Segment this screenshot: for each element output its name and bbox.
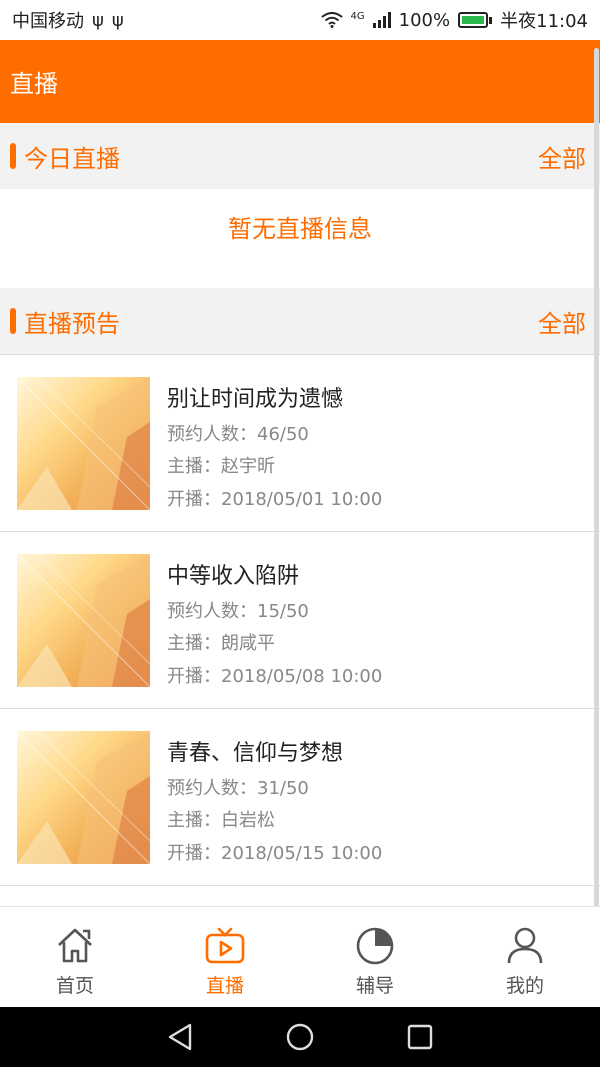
live-preview-list: 别让时间成为遗憾 预约人数：46/50 主播：赵宇昕 开播：2018/05/01…	[0, 354, 600, 886]
live-title: 中等收入陷阱	[167, 564, 300, 589]
usb-icon: ψ	[92, 9, 104, 31]
live-title: 青春、信仰与梦想	[167, 741, 344, 766]
battery-percent: 100%	[398, 9, 451, 31]
tab-live[interactable]: 直播	[150, 907, 300, 1007]
start-time: 开播：2018/05/15 10:00	[167, 842, 383, 864]
section-marker	[10, 143, 16, 169]
home-icon	[58, 928, 92, 963]
start-time: 开播：2018/05/01 10:00	[167, 488, 383, 510]
signal-icon	[372, 12, 391, 28]
tab-home[interactable]: 首页	[0, 907, 150, 1007]
clock: 半夜11:04	[500, 11, 588, 32]
tab-label: 辅导	[355, 975, 394, 997]
today-live-title: 今日直播	[24, 144, 120, 173]
app-bar: 直播	[0, 40, 600, 123]
today-live-empty: 暂无直播信息	[0, 189, 600, 288]
host-name: 主播：白岩松	[167, 810, 275, 832]
content-scroll-area[interactable]: 今日直播 全部 暂无直播信息 直播预告 全部 别让时间成为遗憾 预约人数：46/…	[0, 123, 600, 906]
list-item[interactable]: 青春、信仰与梦想 预约人数：31/50 主播：白岩松 开播：2018/05/15…	[0, 709, 600, 886]
list-item[interactable]: 中等收入陷阱 预约人数：15/50 主播：朗咸平 开播：2018/05/08 1…	[0, 532, 600, 709]
carrier-name: 中国移动	[12, 11, 84, 32]
reserve-count: 预约人数：31/50	[167, 777, 309, 799]
today-live-all-link[interactable]: 全部	[538, 139, 586, 174]
page-title: 直播	[10, 70, 58, 98]
bottom-tab-bar: 首页 直播 辅导 我的	[0, 906, 600, 1007]
live-title: 别让时间成为遗憾	[167, 387, 344, 412]
recents-square-icon	[407, 1024, 433, 1050]
building-thumbnail	[17, 730, 150, 864]
home-circle-icon	[286, 1023, 314, 1051]
empty-message: 暂无直播信息	[228, 215, 372, 243]
today-live-header: 今日直播 全部	[0, 123, 600, 189]
tab-label: 首页	[55, 975, 94, 997]
pie-chart-icon	[356, 927, 394, 965]
reserve-count: 预约人数：46/50	[167, 423, 309, 445]
system-nav-bar	[0, 1007, 600, 1067]
tab-mine[interactable]: 我的	[450, 907, 600, 1007]
battery-icon	[458, 12, 493, 28]
tv-play-icon	[205, 927, 245, 964]
tab-label: 直播	[205, 975, 244, 997]
live-preview-header: 直播预告 全部	[0, 288, 600, 354]
scrollbar[interactable]	[594, 48, 599, 998]
host-name: 主播：赵宇昕	[167, 456, 275, 478]
back-button[interactable]	[160, 1017, 200, 1057]
status-bar: 中国移动 ψ ψ 4G 100% 半夜11:04	[0, 0, 600, 40]
host-name: 主播：朗咸平	[167, 633, 275, 655]
network-type: 4G	[350, 10, 365, 22]
live-preview-all-link[interactable]: 全部	[538, 304, 586, 339]
home-button[interactable]	[280, 1017, 320, 1057]
building-thumbnail	[17, 376, 150, 510]
live-preview-title: 直播预告	[24, 309, 120, 338]
start-time: 开播：2018/05/08 10:00	[167, 665, 383, 687]
user-icon	[507, 927, 543, 964]
reserve-count: 预约人数：15/50	[167, 600, 309, 622]
wifi-icon	[320, 12, 343, 28]
tab-tutoring[interactable]: 辅导	[300, 907, 450, 1007]
usb-icon-2: ψ	[111, 9, 124, 31]
list-item[interactable]: 别让时间成为遗憾 预约人数：46/50 主播：赵宇昕 开播：2018/05/01…	[0, 355, 600, 532]
recents-button[interactable]	[400, 1017, 440, 1057]
section-marker	[10, 308, 16, 334]
building-thumbnail	[17, 553, 150, 687]
tab-label: 我的	[505, 975, 544, 997]
back-triangle-icon	[168, 1023, 192, 1051]
